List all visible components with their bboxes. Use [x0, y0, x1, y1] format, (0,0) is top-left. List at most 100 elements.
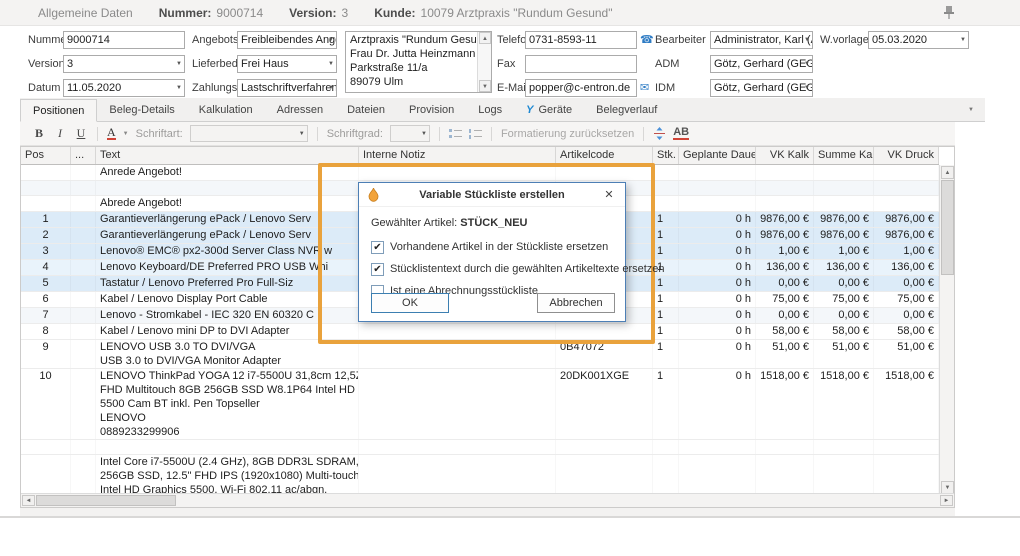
vk-druck-cell: 0,00 €: [874, 276, 939, 291]
wvorlage-select[interactable]: 05.03.2020▼: [868, 31, 969, 49]
tab-provision[interactable]: Provision: [397, 98, 466, 121]
font-size-select[interactable]: ▼: [390, 125, 430, 142]
font-color-button[interactable]: A: [107, 127, 116, 140]
column-header-7[interactable]: VK Kalk: [756, 147, 814, 164]
dialog-titlebar[interactable]: Variable Stückliste erstellen ✕: [359, 183, 625, 207]
column-header-9[interactable]: VK Druck: [874, 147, 939, 164]
column-header-4[interactable]: Artikelcode: [556, 147, 653, 164]
text-cell: Garantieverlängerung ePack / Lenovo Serv: [96, 212, 359, 227]
vk-kalk-cell: 51,00 €: [756, 340, 814, 368]
table-row[interactable]: Intel Core i7-5500U (2.4 GHz), 8GB DDR3L…: [21, 455, 939, 495]
vk-druck-cell: 58,00 €: [874, 324, 939, 339]
header-version-value: 3: [342, 6, 349, 20]
pin-icon[interactable]: [942, 5, 956, 20]
horizontal-scrollbar[interactable]: ◄ ►: [21, 493, 954, 507]
numbered-list-icon[interactable]: [469, 128, 482, 140]
table-row[interactable]: [21, 440, 939, 455]
ok-button[interactable]: OK: [371, 293, 449, 313]
column-header-3[interactable]: Interne Notiz: [359, 147, 556, 164]
chevron-down-icon: ▼: [299, 131, 305, 137]
text-cell: LENOVO USB 3.0 TO DVI/VGAUSB 3.0 to DVI/…: [96, 340, 359, 368]
artikelcode-cell: [556, 455, 653, 495]
table-row[interactable]: 9LENOVO USB 3.0 TO DVI/VGAUSB 3.0 to DVI…: [21, 340, 939, 369]
scroll-right-icon[interactable]: ►: [940, 495, 953, 506]
pos-cell: 3: [21, 244, 71, 259]
column-header-0[interactable]: Pos: [21, 147, 71, 164]
scrollbar-thumb[interactable]: [941, 180, 954, 275]
adm-select[interactable]: Götz, Gerhard (GEGO)▼: [710, 55, 813, 73]
idm-select[interactable]: Götz, Gerhard (GEGO)▼: [710, 79, 813, 97]
table-row[interactable]: 10LENOVO ThinkPad YOGA 12 i7-5500U 31,8c…: [21, 369, 939, 440]
column-header-5[interactable]: Stk.: [653, 147, 679, 164]
address-textarea[interactable]: Arztpraxis "Rundum Gesund"Frau Dr. Jutta…: [345, 31, 492, 93]
chevron-down-icon[interactable]: ▼: [123, 131, 129, 137]
text-cell: [96, 440, 359, 454]
vk-druck-cell: 51,00 €: [874, 340, 939, 368]
version-select[interactable]: 3▼: [63, 55, 185, 73]
mail-icon[interactable]: ✉: [640, 83, 649, 94]
line-spacing-icon[interactable]: [653, 127, 666, 140]
datum-value: 11.05.2020: [67, 82, 121, 94]
angebotsk-select[interactable]: Freibleibendes Angebot▼: [237, 31, 337, 49]
tab-adressen[interactable]: Adressen: [265, 98, 335, 121]
zahlungsk-select[interactable]: Lastschriftverfahren▼: [237, 79, 337, 97]
fax-label: Fax: [497, 55, 515, 73]
lieferbed-label: Lieferbed.: [192, 55, 241, 73]
vk-druck-cell: 1,00 €: [874, 244, 939, 259]
dots-cell: [71, 440, 96, 454]
summe-kalk-cell: 9876,00 €: [814, 212, 874, 227]
tab-kalkulation[interactable]: Kalkulation: [187, 98, 265, 121]
dots-cell: [71, 369, 96, 439]
scrollbar-thumb[interactable]: [36, 495, 176, 506]
chevron-down-icon: ▼: [328, 85, 334, 91]
column-header-2[interactable]: Text: [96, 147, 359, 164]
tab-belegverlauf[interactable]: Belegverlauf: [584, 98, 669, 121]
telefon-input[interactable]: 0731-8593-11: [525, 31, 637, 49]
pos-cell: [21, 181, 71, 195]
column-header-8[interactable]: Summe Kalk: [814, 147, 874, 164]
close-icon[interactable]: ✕: [601, 187, 617, 203]
nummer-input[interactable]: 9000714: [63, 31, 185, 49]
vk-kalk-cell: 9876,00 €: [756, 212, 814, 227]
pos-cell: 4: [21, 260, 71, 275]
vk-druck-cell: [874, 196, 939, 211]
header-nummer-label: Nummer:: [159, 6, 212, 20]
column-header-1[interactable]: ...: [71, 147, 96, 164]
tab-positionen[interactable]: Positionen: [20, 99, 97, 122]
bullet-list-icon[interactable]: [449, 128, 462, 140]
bold-button[interactable]: B: [32, 126, 46, 141]
italic-button[interactable]: I: [53, 126, 67, 141]
summe-kalk-cell: 1518,00 €: [814, 369, 874, 439]
vertical-scrollbar[interactable]: ▲ ▼: [939, 165, 954, 495]
scroll-left-icon[interactable]: ◄: [22, 495, 35, 506]
tab-dateien[interactable]: Dateien: [335, 98, 397, 121]
vk-kalk-cell: [756, 455, 814, 495]
spellcheck-icon[interactable]: AB: [673, 127, 689, 140]
scroll-up-icon[interactable]: ▲: [479, 32, 491, 44]
separator: [317, 127, 318, 141]
lieferbed-select[interactable]: Frei Haus▼: [237, 55, 337, 73]
checkbox-checked[interactable]: ✔: [371, 263, 384, 276]
table-row[interactable]: Anrede Angebot!: [21, 165, 939, 181]
address-scrollbar[interactable]: ▲ ▼: [477, 32, 491, 92]
tab-logs[interactable]: Logs: [466, 98, 514, 121]
reset-format-button[interactable]: Formatierung zurücksetzen: [501, 128, 634, 140]
bearbeiter-select[interactable]: Administrator, Karl (ADM)▼: [710, 31, 813, 49]
phone-icon[interactable]: ☎: [640, 35, 654, 46]
email-input[interactable]: popper@c-entron.de: [525, 79, 637, 97]
datum-select[interactable]: 11.05.2020▼: [63, 79, 185, 97]
underline-button[interactable]: U: [74, 126, 88, 141]
table-row[interactable]: 8Kabel / Lenovo mini DP to DVI Adapter10…: [21, 324, 939, 340]
fax-input[interactable]: [525, 55, 637, 73]
tab-overflow-icon[interactable]: ▼: [968, 107, 1006, 113]
separator: [439, 127, 440, 141]
column-header-6[interactable]: Geplante Dauer: [679, 147, 756, 164]
scroll-down-icon[interactable]: ▼: [479, 80, 491, 92]
tab-beleg-details[interactable]: Beleg-Details: [97, 98, 186, 121]
cancel-button[interactable]: Abbrechen: [537, 293, 615, 313]
scroll-up-icon[interactable]: ▲: [941, 166, 954, 179]
font-family-select[interactable]: ▼: [190, 125, 308, 142]
tab-geräte[interactable]: YGeräte: [514, 98, 584, 121]
font-size-label: Schriftgrad:: [327, 128, 383, 140]
checkbox-checked[interactable]: ✔: [371, 241, 384, 254]
